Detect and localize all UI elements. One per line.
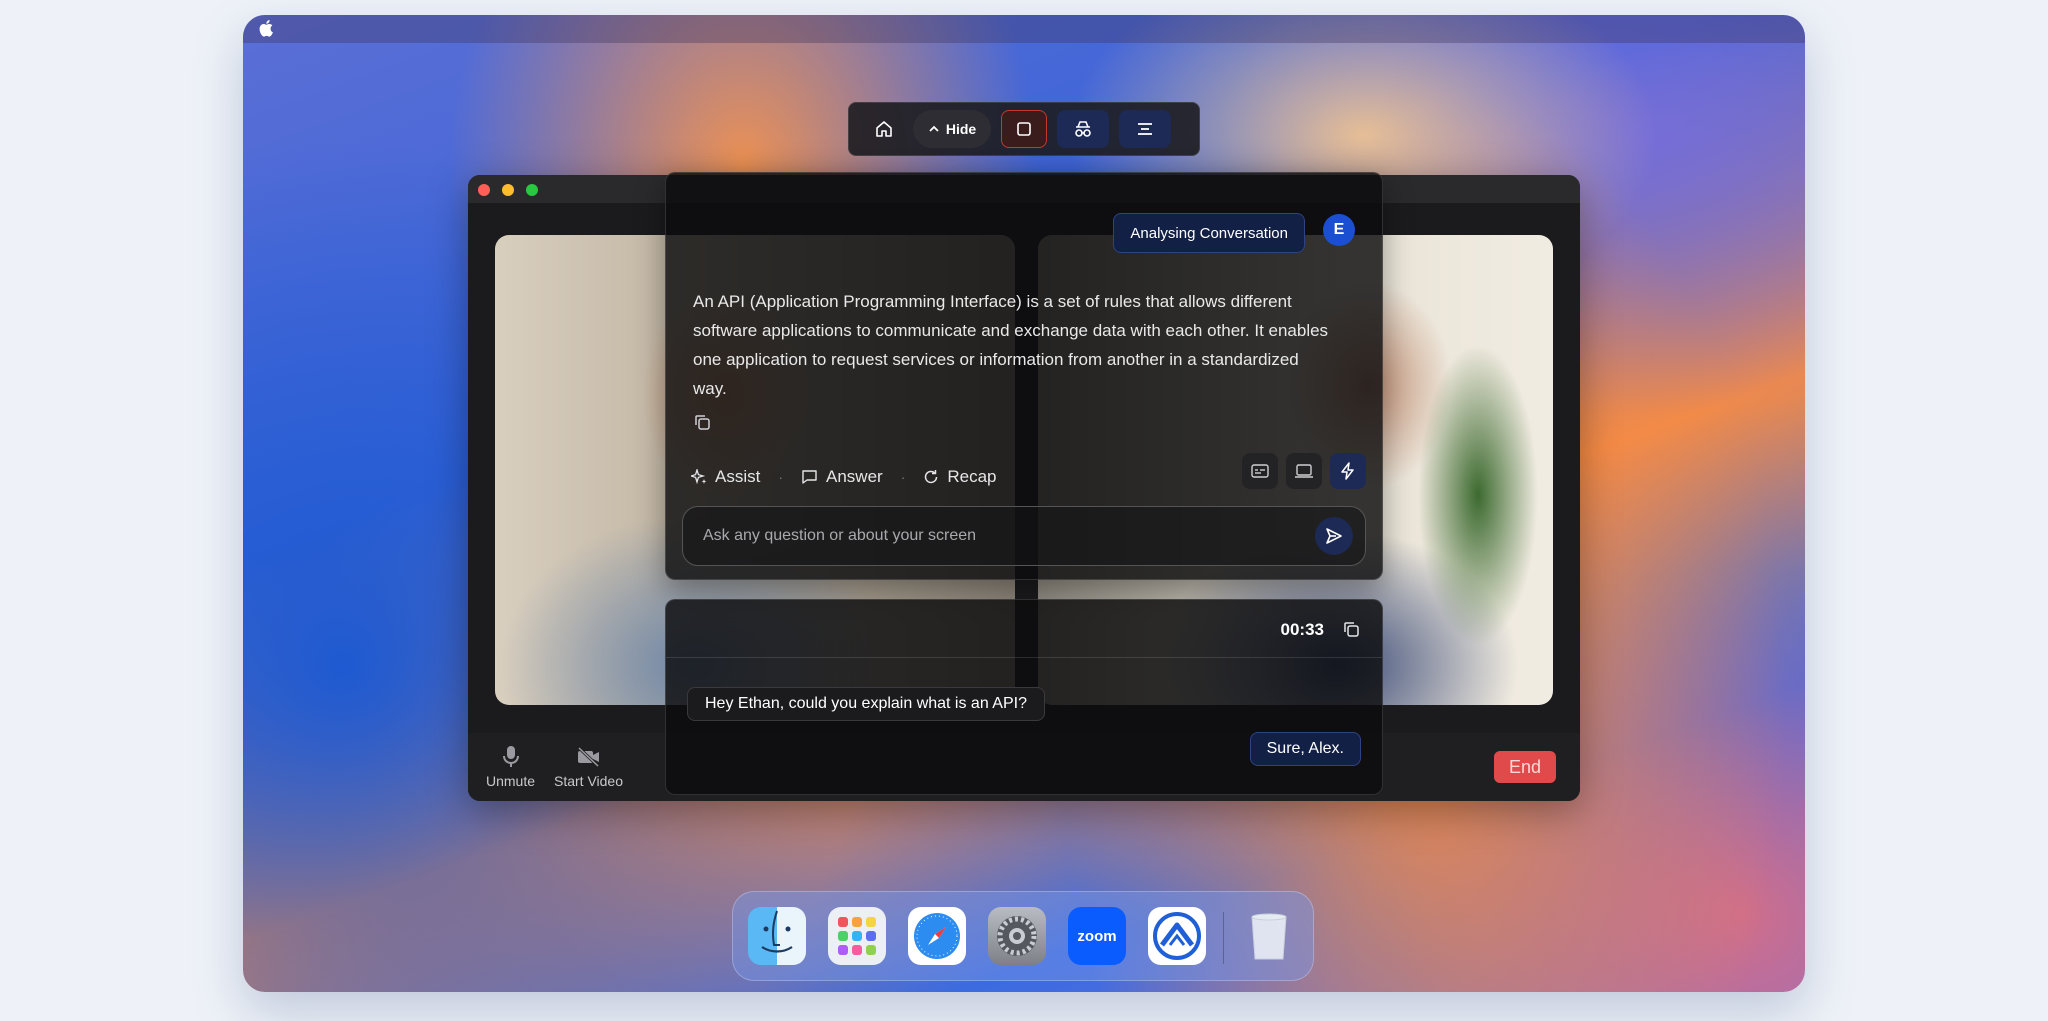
transcript-panel: 00:33 Hey Ethan, could you explain what … — [665, 599, 1383, 795]
apple-logo-icon[interactable] — [259, 19, 275, 37]
transcript-header: 00:33 — [666, 600, 1382, 658]
answer-label: Answer — [826, 467, 883, 486]
video-off-icon — [577, 746, 599, 768]
laptop-icon — [1295, 464, 1313, 478]
stop-icon — [1017, 122, 1031, 136]
assistant-app-icon[interactable] — [1148, 907, 1206, 965]
start-video-button[interactable]: Start Video — [554, 745, 623, 789]
stop-button[interactable] — [1001, 110, 1047, 148]
hide-label: Hide — [945, 121, 977, 137]
home-icon — [876, 121, 892, 137]
quick-mode-button[interactable] — [1330, 453, 1366, 489]
minimize-window-button[interactable] — [502, 184, 514, 196]
menu-bar — [243, 15, 1805, 43]
send-icon — [1326, 528, 1342, 544]
end-meeting-button[interactable]: End — [1494, 751, 1556, 783]
microphone-icon — [502, 746, 519, 767]
recap-mode-button[interactable]: Recap — [923, 467, 997, 487]
recap-label: Recap — [947, 467, 997, 486]
answer-mode-button[interactable]: Answer — [801, 467, 883, 487]
screen-context-button[interactable] — [1286, 453, 1322, 489]
panel-tool-buttons — [1242, 453, 1366, 489]
assist-label: Assist — [715, 467, 761, 486]
copy-transcript-icon[interactable] — [1342, 620, 1360, 638]
transcript-message-other: Hey Ethan, could you explain what is an … — [687, 687, 1045, 721]
refresh-icon — [925, 470, 938, 484]
mode-separator: · — [900, 469, 906, 485]
hide-button[interactable]: Hide — [913, 110, 991, 148]
menu-button[interactable] — [1119, 110, 1171, 148]
zoom-window-button[interactable] — [526, 184, 538, 196]
home-button[interactable] — [865, 110, 903, 148]
assistant-panel: Analysing Conversation E An API (Applica… — [665, 172, 1383, 580]
assistant-toolbar: Hide — [848, 102, 1200, 156]
finder-icon[interactable] — [748, 907, 806, 965]
mode-selector: Assist · Answer · Recap — [691, 463, 997, 491]
menu-lines-icon — [1138, 123, 1152, 135]
question-input[interactable] — [703, 527, 1315, 545]
zoom-icon[interactable]: zoom — [1068, 907, 1126, 965]
transcript-message-self: Sure, Alex. — [1249, 732, 1361, 766]
desktop: Unmute Start Video End Hide Analysing Co… — [243, 15, 1805, 992]
close-window-button[interactable] — [478, 184, 490, 196]
meeting-timer: 00:33 — [1280, 620, 1324, 639]
launchpad-icon[interactable] — [828, 907, 886, 965]
send-button[interactable] — [1315, 517, 1353, 555]
copy-icon[interactable] — [693, 413, 711, 431]
stealth-mode-button[interactable] — [1057, 110, 1109, 148]
assist-mode-button[interactable]: Assist — [691, 467, 760, 487]
unmute-label: Unmute — [486, 773, 536, 789]
lightning-icon — [1341, 462, 1354, 480]
sparkle-icon — [691, 469, 707, 485]
dock: zoom — [732, 891, 1314, 981]
zoom-icon-label: zoom — [1077, 927, 1117, 945]
ask-box — [682, 506, 1366, 566]
captions-button[interactable] — [1242, 453, 1278, 489]
trash-icon[interactable] — [1240, 907, 1298, 965]
dock-separator — [1223, 912, 1224, 964]
assistant-answer: An API (Application Programming Interfac… — [693, 292, 1329, 398]
status-badge: Analysing Conversation — [1113, 213, 1305, 253]
unmute-button[interactable]: Unmute — [486, 745, 535, 789]
system-settings-icon[interactable] — [988, 907, 1046, 965]
chevron-up-icon — [929, 125, 939, 132]
captions-icon — [1251, 464, 1269, 478]
start-video-label: Start Video — [554, 773, 624, 789]
safari-icon[interactable] — [908, 907, 966, 965]
mode-separator: · — [778, 469, 784, 485]
avatar[interactable]: E — [1323, 214, 1355, 246]
chat-bubble-icon — [802, 470, 817, 484]
incognito-icon — [1075, 121, 1091, 137]
